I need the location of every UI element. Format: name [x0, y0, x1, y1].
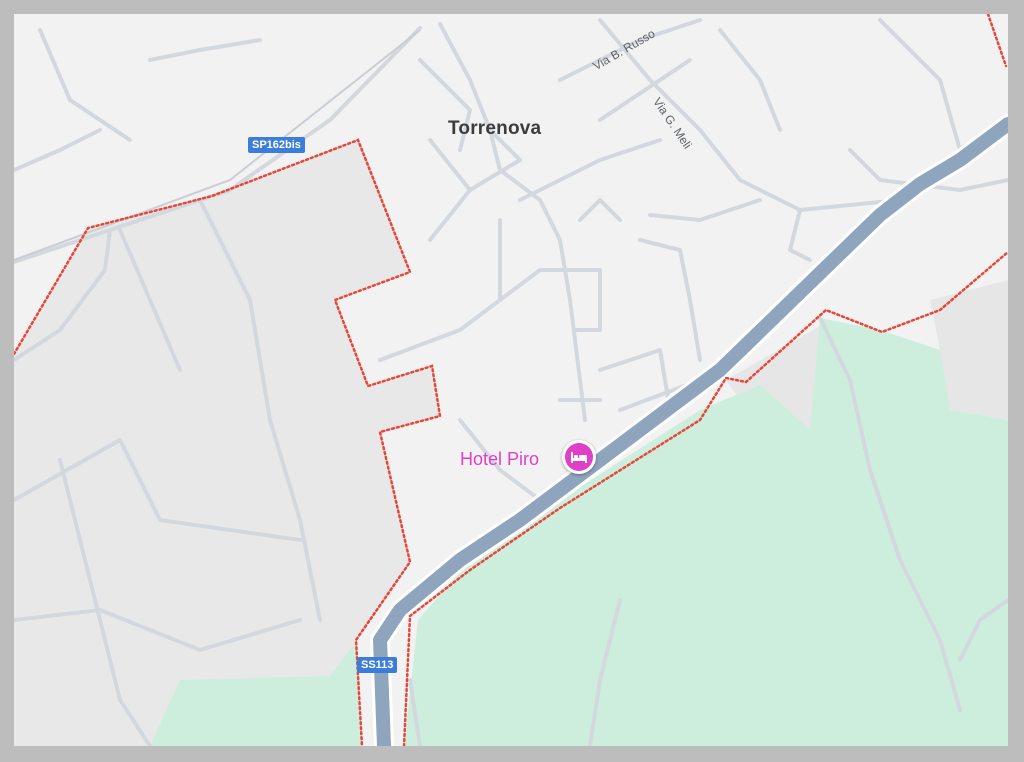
hotel-bed-icon	[565, 443, 593, 471]
poi-label-hotel[interactable]: Hotel Piro	[460, 449, 539, 470]
place-label-torrenova: Torrenova	[448, 118, 542, 139]
road-shield-sp162bis: SP162bis	[248, 137, 305, 153]
map-view[interactable]: Torrenova Via B. Russo Via G. Meli SP162…	[14, 14, 1008, 746]
road-shield-ss113: SS113	[357, 657, 398, 673]
hotel-marker[interactable]	[562, 440, 596, 474]
